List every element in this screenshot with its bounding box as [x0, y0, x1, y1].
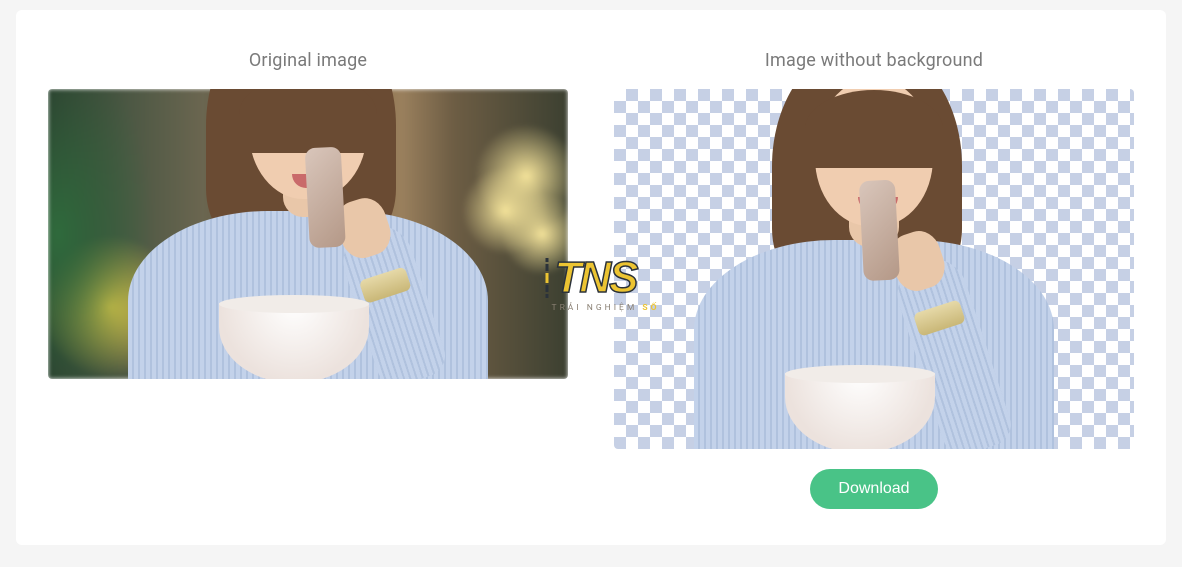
result-column: Image without background [612, 50, 1136, 515]
comparison-columns: Original image [46, 50, 1136, 515]
download-button[interactable]: Download [810, 469, 937, 509]
result-card: Original image [16, 10, 1166, 545]
original-column: Original image [46, 50, 570, 515]
result-subject [694, 89, 1054, 449]
original-image [48, 89, 568, 379]
original-heading: Original image [249, 50, 367, 71]
original-subject [128, 89, 488, 379]
result-heading: Image without background [765, 50, 983, 71]
result-image [614, 89, 1134, 449]
result-actions: Download [810, 469, 937, 509]
